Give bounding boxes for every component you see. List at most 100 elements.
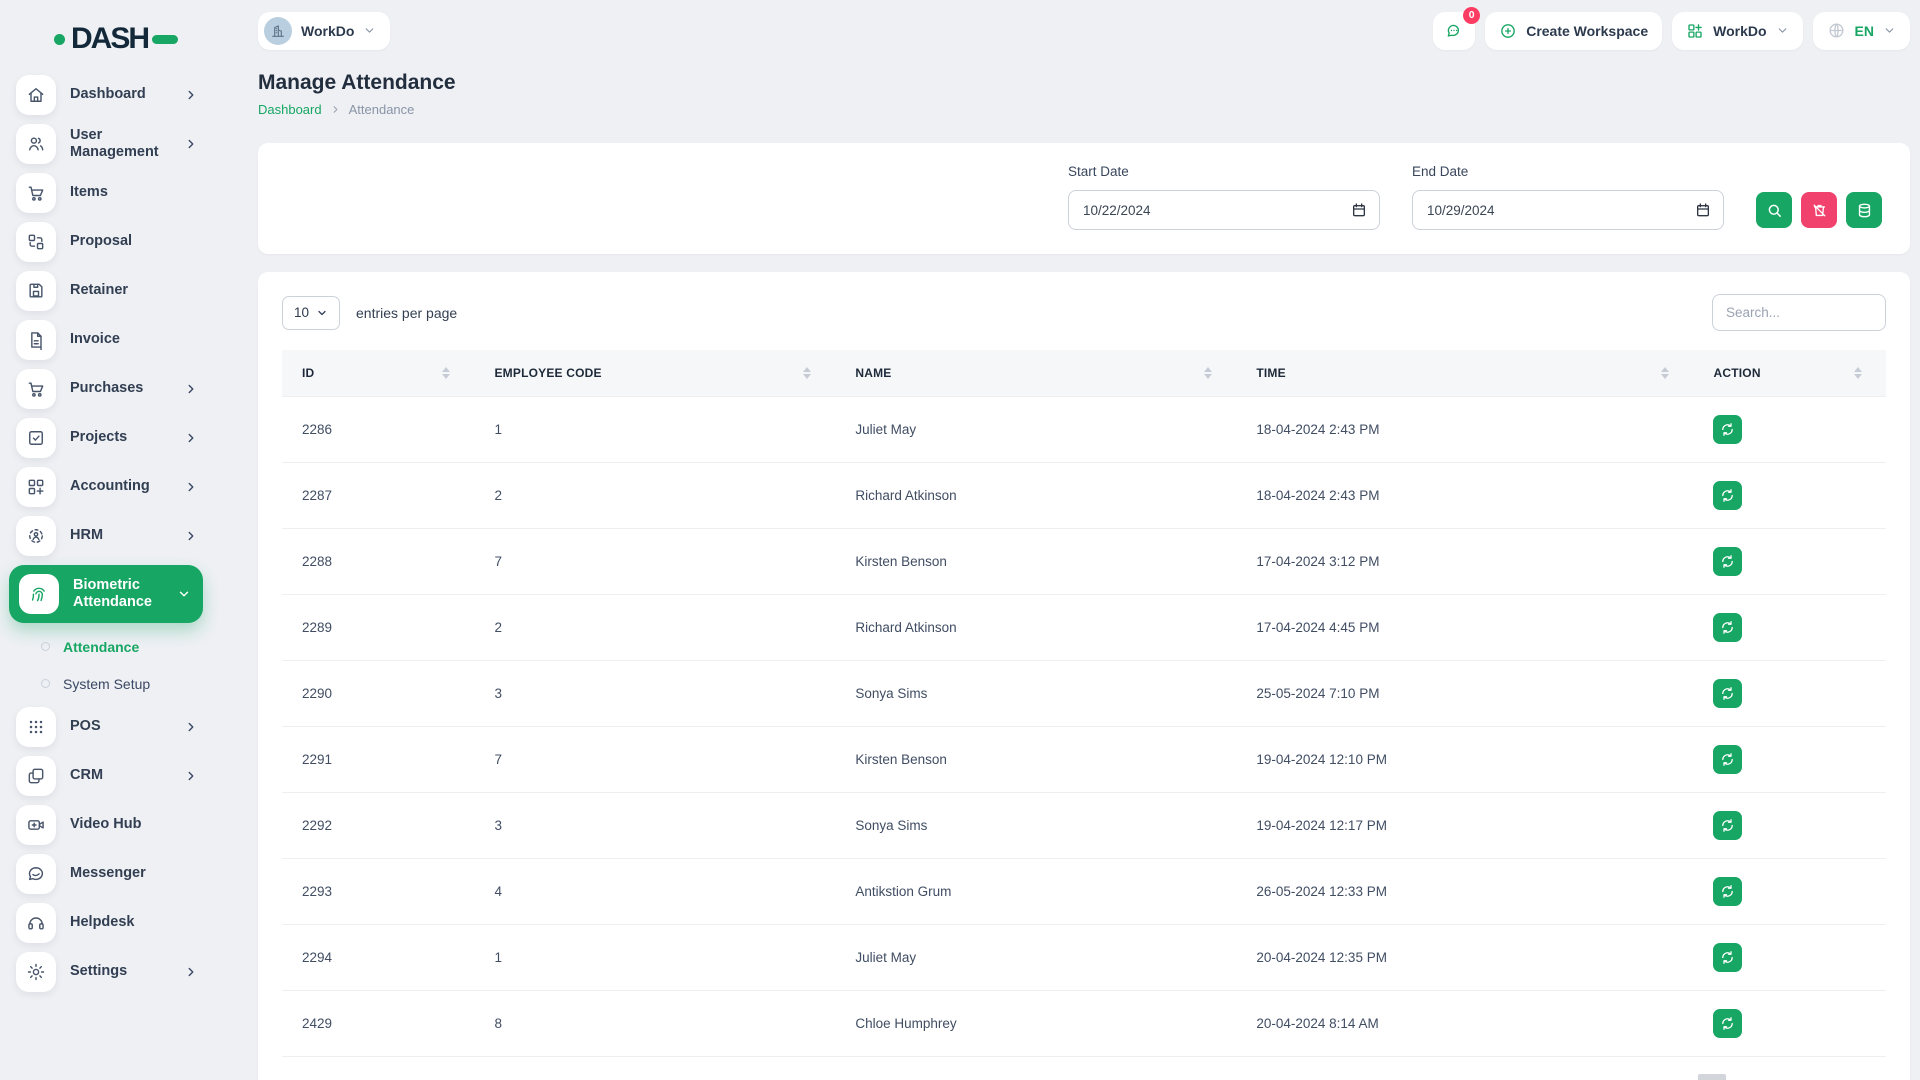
sidebar-item-user-management[interactable]: User Management — [0, 119, 212, 168]
sidebar-item-biometric-attendance[interactable]: Biometric Attendance — [9, 565, 203, 623]
circle-bullet-icon — [41, 642, 50, 651]
export-data-button[interactable] — [1846, 192, 1882, 228]
refresh-button[interactable] — [1713, 415, 1742, 444]
refresh-button[interactable] — [1713, 943, 1742, 972]
search-filter-button[interactable] — [1756, 192, 1792, 228]
sidebar-item-label: Helpdesk — [70, 914, 198, 931]
column-header-time[interactable]: TIME — [1236, 350, 1693, 397]
start-date-input[interactable] — [1068, 190, 1380, 230]
sort-icon[interactable] — [1854, 367, 1862, 379]
cell-action — [1693, 463, 1886, 529]
sidebar-item-items[interactable]: Items — [0, 168, 212, 217]
sidebar-item-retainer[interactable]: Retainer — [0, 266, 212, 315]
refresh-button[interactable] — [1713, 481, 1742, 510]
refresh-button[interactable] — [1713, 811, 1742, 840]
cell-name: Sonya Sims — [835, 793, 1236, 859]
page-button-1[interactable]: 1 — [1698, 1074, 1726, 1080]
sort-icon[interactable] — [442, 367, 450, 379]
cell-id: 2287 — [282, 463, 474, 529]
column-header-name[interactable]: NAME — [835, 350, 1236, 397]
check-square-icon — [16, 418, 56, 458]
calendar-icon[interactable] — [1351, 202, 1367, 218]
cell-id: 2292 — [282, 793, 474, 859]
cell-time: 17-04-2024 4:45 PM — [1236, 595, 1693, 661]
sidebar-item-helpdesk[interactable]: Helpdesk — [0, 898, 212, 947]
grid-dots-icon — [16, 707, 56, 747]
refresh-button[interactable] — [1713, 679, 1742, 708]
page-button-3[interactable]: 3 — [1762, 1074, 1790, 1080]
reset-filter-button[interactable] — [1801, 192, 1837, 228]
app-logo[interactable]: DASH — [0, 14, 212, 70]
messages-badge: 0 — [1463, 7, 1480, 24]
focus-icon — [16, 516, 56, 556]
page-button-2[interactable]: 2 — [1730, 1074, 1758, 1080]
cell-employee-code: 7 — [474, 529, 835, 595]
column-header-action[interactable]: ACTION — [1693, 350, 1886, 397]
sidebar-item-invoice[interactable]: Invoice — [0, 315, 212, 364]
end-date-value[interactable] — [1427, 203, 1687, 218]
sidebar-item-hrm[interactable]: HRM — [0, 511, 212, 560]
refresh-button[interactable] — [1713, 745, 1742, 774]
workspace-switcher[interactable]: WorkDo — [258, 12, 390, 50]
language-label: EN — [1855, 23, 1874, 39]
refresh-button[interactable] — [1713, 547, 1742, 576]
sidebar-item-label: User Management — [70, 127, 170, 160]
table-search-input[interactable] — [1712, 294, 1886, 331]
sidebar-item-pos[interactable]: POS — [0, 702, 212, 751]
cell-time: 20-04-2024 8:14 AM — [1236, 991, 1693, 1057]
sidebar-item-settings[interactable]: Settings — [0, 947, 212, 996]
sidebar-item-video-hub[interactable]: Video Hub — [0, 800, 212, 849]
cell-action — [1693, 661, 1886, 727]
create-workspace-label: Create Workspace — [1526, 23, 1648, 39]
file-icon — [16, 320, 56, 360]
column-label: ID — [302, 366, 314, 380]
end-date-input[interactable] — [1412, 190, 1724, 230]
cell-name: Kirsten Benson — [835, 529, 1236, 595]
start-date-value[interactable] — [1083, 203, 1343, 218]
apps-grid-icon — [1686, 22, 1704, 40]
sidebar-item-proposal[interactable]: Proposal — [0, 217, 212, 266]
language-selector[interactable]: EN — [1813, 12, 1910, 50]
refresh-button[interactable] — [1713, 1009, 1742, 1038]
cell-employee-code: 4 — [474, 859, 835, 925]
create-workspace-button[interactable]: Create Workspace — [1485, 12, 1662, 50]
cell-time: 19-04-2024 12:10 PM — [1236, 727, 1693, 793]
column-header-employee-code[interactable]: EMPLOYEE CODE — [474, 350, 835, 397]
sidebar-item-projects[interactable]: Projects — [0, 413, 212, 462]
chevron-right-icon — [330, 104, 341, 115]
chevron-right-icon — [184, 529, 198, 543]
start-date-field: Start Date — [1068, 164, 1380, 230]
sidebar-item-crm[interactable]: CRM — [0, 751, 212, 800]
cell-action — [1693, 529, 1886, 595]
breadcrumb-dashboard-link[interactable]: Dashboard — [258, 102, 322, 117]
sidebar-item-label: Retainer — [70, 282, 198, 299]
column-header-id[interactable]: ID — [282, 350, 474, 397]
sidebar-subitem-label: Attendance — [63, 639, 139, 655]
messages-button[interactable]: 0 — [1433, 12, 1475, 50]
topbar: WorkDo 0 Create Workspace — [258, 0, 1910, 50]
sidebar-item-dashboard[interactable]: Dashboard — [0, 70, 212, 119]
refresh-button[interactable] — [1713, 877, 1742, 906]
sidebar-item-accounting[interactable]: Accounting — [0, 462, 212, 511]
sidebar-subitem-attendance[interactable]: Attendance — [0, 628, 212, 665]
sort-icon[interactable] — [1204, 367, 1212, 379]
sidebar-item-label: POS — [70, 718, 170, 735]
cell-action — [1693, 859, 1886, 925]
sidebar-item-purchases[interactable]: Purchases — [0, 364, 212, 413]
cell-employee-code: 7 — [474, 727, 835, 793]
table-row: 22872Richard Atkinson18-04-2024 2:43 PM — [282, 463, 1886, 529]
page-button-5[interactable]: 5 — [1826, 1074, 1854, 1080]
sort-icon[interactable] — [803, 367, 811, 379]
calendar-icon[interactable] — [1695, 202, 1711, 218]
page-button-4[interactable]: 4 — [1794, 1074, 1822, 1080]
cell-employee-code: 2 — [474, 463, 835, 529]
refresh-button[interactable] — [1713, 613, 1742, 642]
apps-menu-button[interactable]: WorkDo — [1672, 12, 1802, 50]
table-row: 22887Kirsten Benson17-04-2024 3:12 PM — [282, 529, 1886, 595]
entries-per-page-select[interactable]: 10 — [282, 296, 340, 330]
sort-icon[interactable] — [1661, 367, 1669, 379]
sidebar-item-messenger[interactable]: Messenger — [0, 849, 212, 898]
sidebar-item-label: HRM — [70, 527, 170, 544]
next-page-button[interactable]: › — [1858, 1074, 1886, 1080]
sidebar-subitem-system-setup[interactable]: System Setup — [0, 665, 212, 702]
